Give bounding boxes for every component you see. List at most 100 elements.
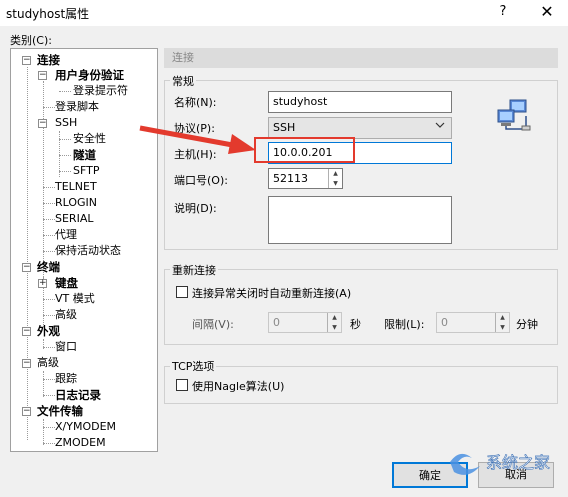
chevron-down-icon [435, 120, 445, 134]
tree-item-vt-mode[interactable]: VT 模式 [55, 292, 95, 306]
port-value: 52113 [273, 172, 308, 185]
tree-branch [43, 379, 55, 380]
tree-item-ssh[interactable]: SSH [55, 116, 77, 130]
tree-item-keepalive[interactable]: 保持活动状态 [55, 244, 121, 258]
seconds-label: 秒 [350, 318, 361, 331]
network-computers-icon [496, 98, 532, 135]
tree-item-zmodem[interactable]: ZMODEM [55, 436, 106, 450]
spin-down-icon[interactable]: ▼ [329, 179, 342, 189]
tree-branch [43, 315, 55, 316]
auto-reconnect-checkbox[interactable] [176, 286, 188, 298]
collapse-icon[interactable]: − [22, 327, 31, 336]
spin-up-icon[interactable]: ▲ [329, 169, 342, 179]
category-tree[interactable]: − 连接 − 用户身份验证 登录提示符 登录脚本 − SSH 安全性 隧道 SF… [10, 48, 158, 452]
window-title: studyhost属性 [6, 7, 90, 21]
tree-item-user-auth[interactable]: 用户身份验证 [55, 68, 124, 82]
tree-item-login-prompt[interactable]: 登录提示符 [73, 84, 128, 98]
tree-branch [59, 139, 71, 140]
tree-branch [59, 155, 71, 156]
spin-down-icon[interactable]: ▼ [496, 323, 509, 333]
tree-item-login-script[interactable]: 登录脚本 [55, 100, 99, 114]
tree-branch [43, 443, 55, 444]
general-group-title: 常规 [170, 73, 196, 89]
tree-guide-line [27, 67, 28, 440]
tree-branch [43, 187, 55, 188]
spin-down-icon[interactable]: ▼ [328, 323, 341, 333]
tree-item-xymodem[interactable]: X/YMODEM [55, 420, 116, 434]
protocol-select[interactable]: SSH [268, 117, 452, 139]
tree-item-terminal[interactable]: 终端 [37, 260, 60, 274]
tree-item-trace[interactable]: 跟踪 [55, 372, 77, 386]
collapse-icon[interactable]: − [22, 407, 31, 416]
tree-branch [43, 427, 55, 428]
tree-item-sftp[interactable]: SFTP [73, 164, 99, 178]
tree-item-proxy[interactable]: 代理 [55, 228, 77, 242]
description-input[interactable] [268, 196, 452, 244]
collapse-icon[interactable]: − [22, 56, 31, 65]
tree-branch [59, 91, 71, 92]
expand-icon[interactable]: + [38, 279, 47, 288]
tree-branch [43, 299, 55, 300]
nagle-label: 使用Nagle算法(U) [192, 380, 285, 393]
tree-item-telnet[interactable]: TELNET [55, 180, 97, 194]
tree-item-advanced[interactable]: 高级 [37, 356, 59, 370]
tree-branch [43, 107, 55, 108]
port-label: 端口号(O): [174, 174, 228, 187]
port-spinner[interactable]: ▲ ▼ [328, 169, 342, 188]
tree-item-window[interactable]: 窗口 [55, 340, 77, 354]
tree-guide-line [43, 81, 44, 289]
collapse-icon[interactable]: − [38, 71, 47, 80]
tree-item-rlogin[interactable]: RLOGIN [55, 196, 97, 210]
tree-branch [43, 251, 55, 252]
category-label: 类别(C): [10, 34, 52, 47]
tree-item-tunnel[interactable]: 隧道 [73, 148, 96, 162]
tree-guide-line [43, 419, 44, 445]
title-bar: studyhost属性 ? ✕ [0, 0, 568, 26]
tree-guide-line [43, 371, 44, 397]
tree-item-logging[interactable]: 日志记录 [55, 388, 101, 402]
tree-item-security[interactable]: 安全性 [73, 132, 106, 146]
interval-label: 间隔(V): [192, 318, 234, 331]
red-highlight-box [254, 137, 355, 163]
tree-item-serial[interactable]: SERIAL [55, 212, 93, 226]
tree-item-keyboard[interactable]: 键盘 [55, 276, 78, 290]
reconnect-group-title: 重新连接 [170, 262, 218, 278]
spin-up-icon[interactable]: ▲ [328, 313, 341, 323]
tree-branch [43, 395, 55, 396]
collapse-icon[interactable]: − [22, 359, 31, 368]
tree-branch [43, 347, 55, 348]
tree-item-appearance[interactable]: 外观 [37, 324, 60, 338]
svg-text:系统之家: 系统之家 [486, 453, 550, 472]
collapse-icon[interactable]: − [38, 119, 47, 128]
nagle-checkbox[interactable] [176, 379, 188, 391]
red-arrow-annotation [138, 124, 258, 157]
limit-value: 0 [441, 316, 448, 329]
tree-item-terminal-advanced[interactable]: 高级 [55, 308, 77, 322]
tree-branch [43, 203, 55, 204]
minutes-label: 分钟 [516, 318, 538, 331]
limit-label: 限制(L): [384, 318, 425, 331]
limit-spinner[interactable]: ▲ ▼ [495, 313, 509, 332]
tree-item-file-transfer[interactable]: 文件传输 [37, 404, 83, 418]
auto-reconnect-label: 连接异常关闭时自动重新连接(A) [192, 287, 352, 300]
limit-input[interactable]: 0 ▲ ▼ [436, 312, 510, 333]
protocol-value: SSH [273, 121, 296, 134]
reconnect-group [164, 269, 558, 345]
close-button[interactable]: ✕ [532, 1, 562, 23]
collapse-icon[interactable]: − [22, 263, 31, 272]
name-label: 名称(N): [174, 96, 217, 109]
help-button[interactable]: ? [492, 2, 514, 22]
port-input[interactable]: 52113 ▲ ▼ [268, 168, 343, 189]
watermark-logo: 系统之家 [446, 444, 566, 480]
tree-item-connection[interactable]: 连接 [37, 53, 60, 67]
tree-branch [43, 219, 55, 220]
interval-input[interactable]: 0 ▲ ▼ [268, 312, 342, 333]
description-label: 说明(D): [174, 202, 217, 215]
tree-branch [59, 171, 71, 172]
interval-value: 0 [273, 316, 280, 329]
section-header: 连接 [164, 48, 558, 68]
spin-up-icon[interactable]: ▲ [496, 313, 509, 323]
name-input[interactable]: studyhost [268, 91, 452, 113]
tcp-group-title: TCP选项 [170, 358, 217, 374]
interval-spinner[interactable]: ▲ ▼ [327, 313, 341, 332]
